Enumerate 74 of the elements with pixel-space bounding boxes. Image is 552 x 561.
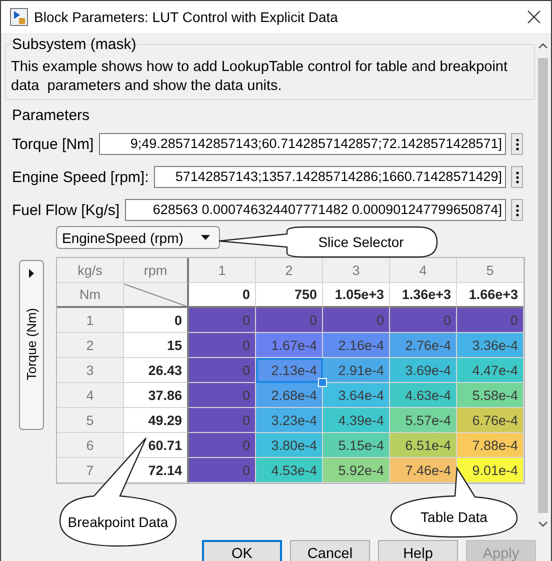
table-cell[interactable]: 5.92e-4: [323, 458, 390, 483]
column-index: 4: [390, 258, 457, 283]
row-index: 4: [57, 383, 124, 408]
table-cell[interactable]: 6.76e-4: [457, 408, 524, 433]
diagonal-line: [124, 284, 186, 306]
table-cell[interactable]: 2.76e-4: [390, 333, 457, 358]
field-label: Engine Speed [rpm]:: [12, 168, 149, 186]
column-index: 3: [323, 258, 390, 283]
row-index: 2: [57, 333, 124, 358]
table-cell[interactable]: 4.39e-4: [323, 408, 390, 433]
table-cell[interactable]: 3.23e-4: [256, 408, 323, 433]
dialog-button[interactable]: Help: [378, 540, 458, 561]
row-index: 1: [57, 308, 124, 333]
table-cell[interactable]: 5.58e-4: [457, 383, 524, 408]
table-cell[interactable]: 2.16e-4: [323, 333, 390, 358]
unit-cell: Nm: [57, 283, 124, 308]
table-cell[interactable]: 5.57e-4: [390, 408, 457, 433]
table-cell[interactable]: 4.53e-4: [256, 458, 323, 483]
table-cell[interactable]: 5.15e-4: [323, 433, 390, 458]
caret-icon: [29, 269, 34, 278]
breakpoint-cell[interactable]: 60.71: [124, 433, 189, 458]
table-cell[interactable]: 4.63e-4: [390, 383, 457, 408]
row-index: 3: [57, 358, 124, 383]
table-cell[interactable]: 6.51e-4: [390, 433, 457, 458]
table-cell[interactable]: 3.64e-4: [323, 383, 390, 408]
axis-toggle-button[interactable]: Torque (Nm): [19, 260, 44, 430]
table-cell[interactable]: 3.36e-4: [457, 333, 524, 358]
column-index: 2: [256, 258, 323, 283]
description-text: This example shows how to add LookupTable control for table and breakpoint data parameters and show the data units.: [10, 58, 509, 96]
field-label: Fuel Flow [Kg/s]: [12, 202, 120, 218]
close-icon[interactable]: [527, 10, 541, 24]
unit-cell: rpm: [124, 258, 189, 283]
slice-dropdown[interactable]: EngineSpeed (rpm): [56, 226, 220, 249]
table-cell[interactable]: 2.68e-4: [256, 383, 323, 408]
dialog-button[interactable]: OK: [202, 540, 282, 561]
unit-cell: kg/s: [57, 258, 124, 283]
breakpoint-cell[interactable]: 750: [256, 283, 323, 308]
more-button[interactable]: [511, 133, 523, 155]
input-field[interactable]: 9;49.2857142857143;60.7142857142857;72.1428571428571]: [98, 133, 506, 155]
more-icon: [516, 138, 518, 150]
table-cell[interactable]: 2.91e-4: [323, 358, 390, 383]
table-cell[interactable]: 4.47e-4: [457, 358, 524, 383]
breakpoint-cell[interactable]: 49.29: [124, 408, 189, 433]
field-label: Torque [Nm]: [12, 136, 94, 152]
breakpoint-cell[interactable]: 0: [124, 308, 189, 333]
dialog-button[interactable]: Cancel: [290, 540, 370, 561]
row-index: 5: [57, 408, 124, 433]
table-cell[interactable]: 7.88e-4: [457, 433, 524, 458]
group-title: Subsystem (mask): [12, 36, 136, 53]
table-cell[interactable]: 7.46e-4: [390, 458, 457, 483]
breakpoint-cell[interactable]: 37.86: [124, 383, 189, 408]
breakpoint-cell[interactable]: 26.43: [124, 358, 189, 383]
breakpoint-cell[interactable]: 15: [124, 333, 189, 358]
more-icon: [516, 204, 518, 216]
breakpoint-cell[interactable]: 1.36e+3: [390, 283, 457, 308]
table-cell[interactable]: 3.69e-4: [390, 358, 457, 383]
breakpoint-cell[interactable]: 0: [189, 283, 256, 308]
caret-icon: [201, 235, 210, 240]
block-icon: [10, 8, 28, 26]
breakpoint-cell[interactable]: 1.05e+3: [323, 283, 390, 308]
more-button[interactable]: [511, 166, 523, 188]
column-index: 1: [189, 258, 256, 283]
input-field[interactable]: 628563 0.000746324407771482 0.000901247799650874]: [124, 199, 506, 221]
table-cell[interactable]: 1.67e-4: [256, 333, 323, 358]
breakpoint-cell[interactable]: 1.66e+3: [457, 283, 524, 308]
window-title: Block Parameters: LUT Control with Explicit Data: [34, 9, 339, 25]
group-title: Parameters: [12, 107, 90, 124]
table-cell[interactable]: 3.80e-4: [256, 433, 323, 458]
column-index: 5: [457, 258, 524, 283]
table-cell[interactable]: 9.01e-4: [457, 458, 524, 483]
input-field[interactable]: 57142857143;1357.14285714286;1660.71428571429]: [154, 166, 506, 188]
row-index: 6: [57, 433, 124, 458]
more-button[interactable]: [511, 199, 523, 221]
more-icon: [516, 170, 518, 184]
